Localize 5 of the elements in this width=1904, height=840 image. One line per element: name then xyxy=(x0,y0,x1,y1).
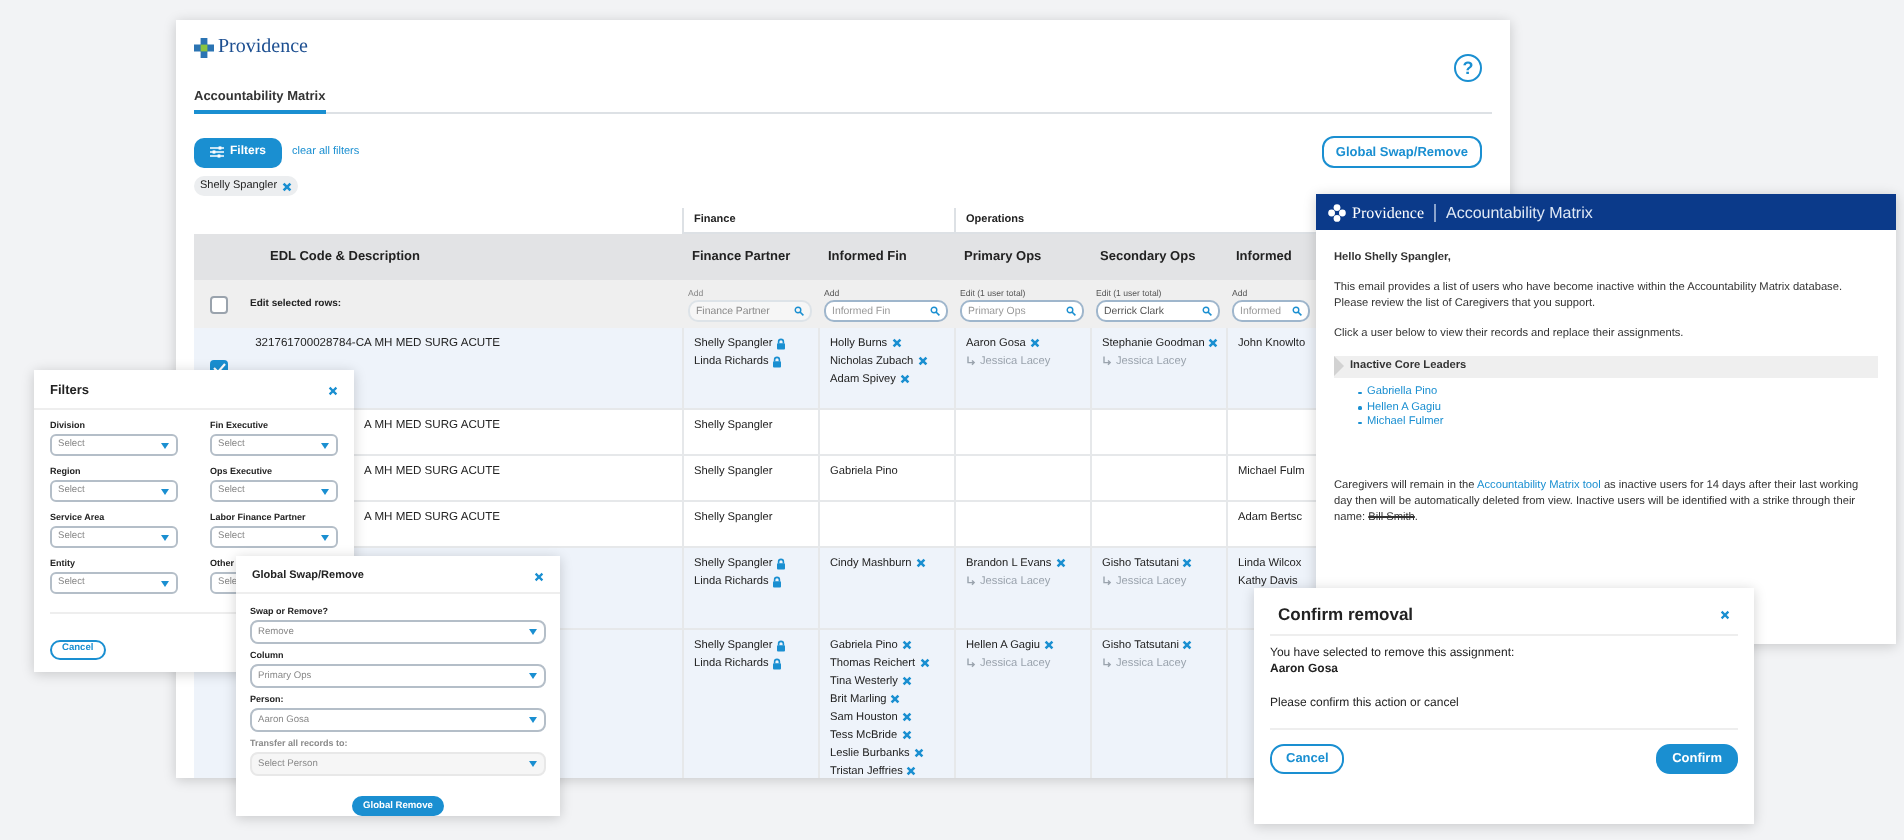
logo-text: Providence xyxy=(218,36,308,58)
header-title: Accountability Matrix xyxy=(1446,203,1593,221)
brand-name: Providence xyxy=(1352,203,1424,221)
dialog-title: Confirm removal xyxy=(1278,604,1414,624)
help-button[interactable]: ? xyxy=(1454,54,1482,82)
